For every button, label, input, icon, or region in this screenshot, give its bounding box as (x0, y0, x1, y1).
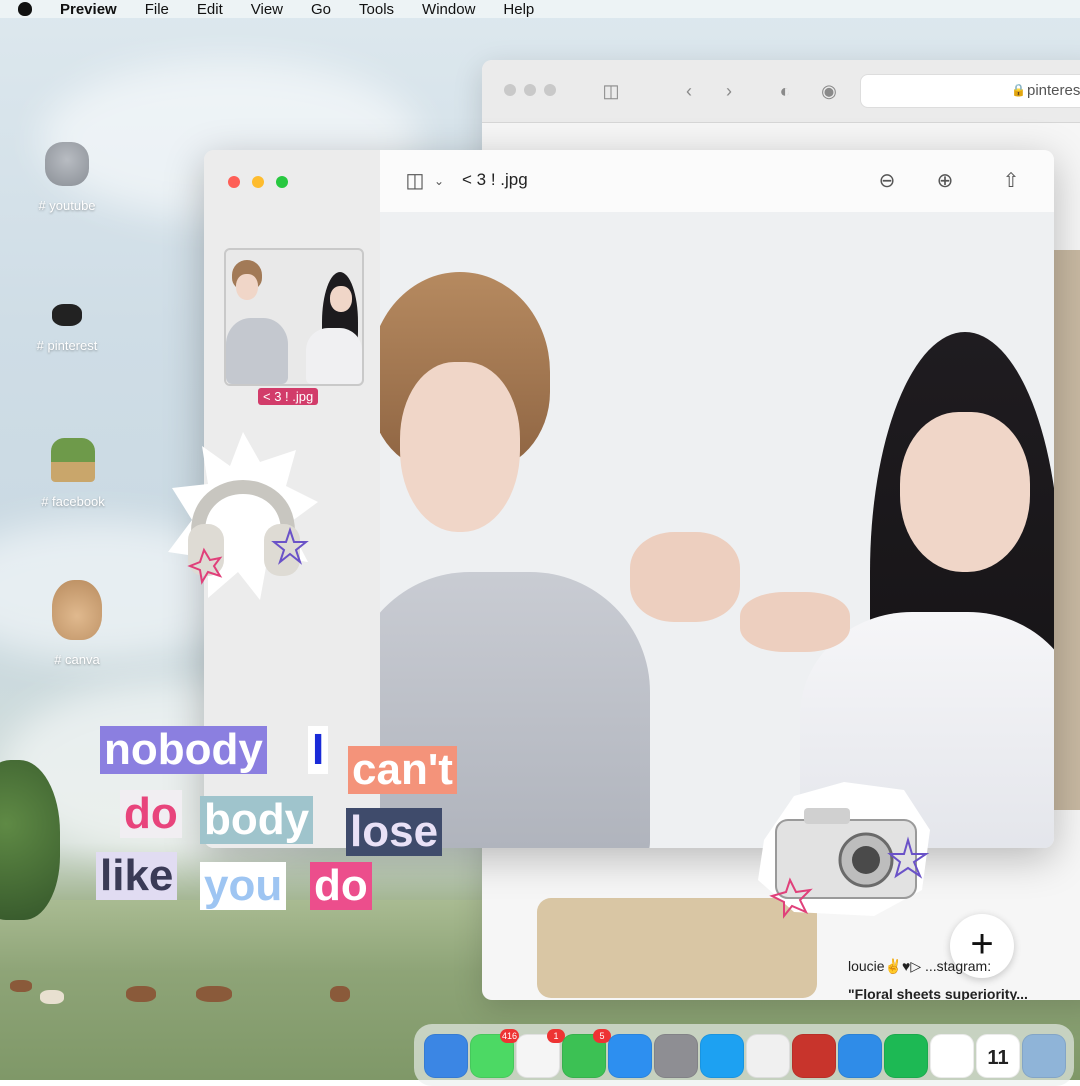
menu-bar: Preview File Edit View Go Tools Window H… (0, 0, 1080, 18)
chevron-down-icon[interactable]: ⌄ (426, 168, 452, 194)
menu-view[interactable]: View (251, 1, 283, 18)
lyric-word: I (308, 726, 329, 774)
thumbnail-label: < 3 ! .jpg (258, 388, 319, 405)
menu-go[interactable]: Go (311, 1, 331, 18)
close-button[interactable] (504, 84, 516, 96)
bunny-icon (52, 580, 102, 640)
pin-title[interactable]: "Floral sheets superiority... (848, 986, 1028, 1000)
lock-icon: 🔒 (1011, 83, 1026, 97)
notion-icon[interactable] (930, 1034, 974, 1078)
safari-toolbar: ◫ ‹ › ◐ ◉ 🔒 pinteres (482, 60, 1080, 123)
camera-sticker (754, 770, 934, 920)
desktop-icon-facebook[interactable]: # facebook (18, 438, 128, 509)
lyric-word: nobody (100, 726, 267, 774)
desktop-icon-label: # youtube (38, 198, 96, 213)
page-thumbnail[interactable] (224, 248, 364, 386)
calendar-date: 11 (987, 1047, 1009, 1069)
desktop-icon-label: # pinterest (36, 338, 98, 353)
photos-icon[interactable]: 1 (516, 1029, 565, 1078)
desktop-icon-label: # facebook (41, 494, 105, 509)
menu-help[interactable]: Help (503, 1, 534, 18)
minimize-button[interactable] (524, 84, 536, 96)
zoom-button[interactable] (276, 176, 288, 188)
lyric-word: can't (348, 746, 457, 794)
pin-image-strip (1052, 250, 1080, 810)
lyric-word: do (120, 790, 182, 838)
menu-edit[interactable]: Edit (197, 1, 223, 18)
menu-file[interactable]: File (145, 1, 169, 18)
shield-icon[interactable]: ◐ (774, 80, 796, 102)
desktop-icon-pinterest[interactable]: # pinterest (12, 294, 122, 353)
messages-icon[interactable]: 416 (470, 1029, 519, 1078)
close-button[interactable] (228, 176, 240, 188)
dock: 416 1 5 11 (414, 1024, 1074, 1086)
lyric-word: body (200, 796, 314, 844)
lyric-word: lose (346, 808, 443, 856)
apple-icon[interactable] (18, 2, 32, 16)
lyric-word: do (310, 862, 372, 910)
twitter-icon[interactable] (700, 1034, 744, 1078)
share-icon[interactable]: ⇧ (998, 168, 1024, 194)
address-bar[interactable]: 🔒 pinteres (860, 74, 1080, 108)
menu-tools[interactable]: Tools (359, 1, 394, 18)
safari-icon[interactable] (838, 1034, 882, 1078)
pointing-hand (740, 592, 850, 652)
extension-icon[interactable]: ◉ (818, 80, 840, 102)
desktop-icon-youtube[interactable]: # youtube (12, 142, 122, 213)
headphones-sticker (168, 432, 318, 602)
zoom-out-icon[interactable]: ⊖ (874, 168, 900, 194)
shoes-icon (52, 304, 82, 326)
spotify-icon[interactable] (884, 1034, 928, 1078)
photo-booth-icon[interactable] (792, 1034, 836, 1078)
sidebar-toggle-icon[interactable]: ◫ (402, 168, 428, 194)
desktop-icon-label: # canva (54, 652, 100, 667)
image-canvas[interactable] (380, 212, 1054, 848)
menu-app-name[interactable]: Preview (60, 1, 117, 18)
zoom-in-icon[interactable]: ⊕ (932, 168, 958, 194)
preview-icon[interactable] (1022, 1034, 1066, 1078)
settings-icon[interactable] (654, 1034, 698, 1078)
preview-window: < 3 ! .jpg ◫ ⌄ < 3 ! .jpg ⊖ ⊕ ⇧ ✎ ⌄ » ⚲ (204, 150, 1054, 848)
menu-window[interactable]: Window (422, 1, 475, 18)
desktop-icon-canva[interactable]: # canva (22, 580, 132, 667)
url-text: pinteres (1027, 82, 1080, 99)
calendar-icon[interactable]: 11 (976, 1034, 1020, 1078)
zoom-button[interactable] (544, 84, 556, 96)
minimize-button[interactable] (252, 176, 264, 188)
pointing-hand (630, 532, 740, 622)
person-right-face (900, 412, 1030, 572)
teddy-bear-icon (45, 142, 89, 186)
back-icon[interactable]: ‹ (678, 80, 700, 102)
lyric-word: you (200, 862, 287, 910)
pin-author[interactable]: loucie✌♥▷ ...stagram: (848, 958, 991, 975)
app-store-icon[interactable] (608, 1034, 652, 1078)
lyric-word: like (96, 852, 178, 900)
plant-icon (51, 438, 95, 482)
finder-icon[interactable] (424, 1034, 468, 1078)
sidebar-toggle-icon[interactable]: ◫ (600, 80, 622, 102)
chrome-icon[interactable] (746, 1034, 790, 1078)
person-left-face (400, 362, 520, 532)
forward-icon[interactable]: › (718, 80, 740, 102)
preview-toolbar: ◫ ⌄ < 3 ! .jpg ⊖ ⊕ ⇧ ✎ ⌄ » ⚲ (380, 150, 1054, 213)
facetime-icon[interactable]: 5 (562, 1029, 611, 1078)
document-title: < 3 ! .jpg (462, 170, 528, 189)
